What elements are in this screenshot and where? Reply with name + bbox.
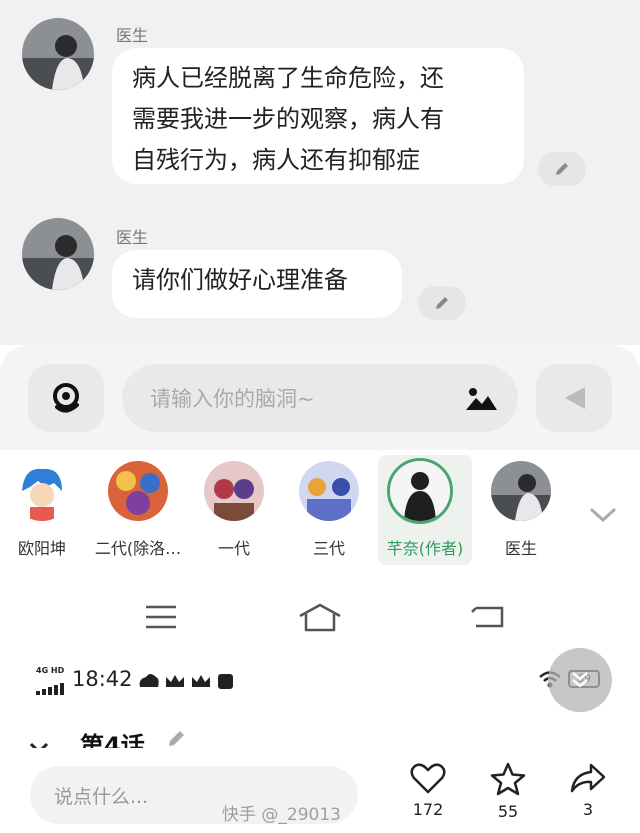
message-line: 自残行为，病人还有抑郁症 [132, 146, 420, 174]
role-avatar [12, 461, 72, 521]
double-chevron-down-icon [572, 672, 588, 688]
signal-bars-icon [36, 683, 64, 695]
home-nav-button[interactable] [298, 602, 342, 632]
message-bubble: 病人已经脱离了生命危险，还 需要我进一步的观察，病人有 自残行为，病人还有抑郁症 [112, 48, 524, 184]
episode-title: 第4话 [80, 732, 145, 748]
role-avatar [204, 461, 264, 521]
role-avatar-image [108, 461, 168, 521]
role-name: 一代 [217, 539, 250, 558]
role-avatar-image [299, 461, 359, 521]
like-button[interactable]: 172 [398, 762, 458, 819]
role-avatar [491, 461, 551, 521]
image-upload-button[interactable] [462, 382, 500, 416]
send-icon [565, 387, 585, 409]
doctor-avatar[interactable] [22, 218, 94, 290]
back-icon [471, 606, 504, 628]
send-button[interactable] [536, 364, 612, 432]
star-icon [490, 762, 526, 796]
favorite-count: 55 [497, 802, 519, 821]
doctor-avatar-image [22, 18, 94, 90]
image-icon [466, 388, 497, 410]
watermark: 快手 @_29013 [222, 805, 341, 825]
system-nav-bar [0, 590, 640, 640]
share-count: 3 [582, 800, 594, 819]
notification-icons [139, 674, 233, 689]
role-name: 二代(除洛… [94, 539, 182, 558]
edit-message-button[interactable] [418, 286, 466, 320]
message-line: 请你们做好心理准备 [132, 266, 348, 294]
back-nav-button[interactable] [470, 604, 506, 630]
role-option[interactable]: 医生 [471, 455, 571, 565]
network-type: 4G HD [36, 666, 65, 675]
role-name: 芊奈(作者) [386, 539, 464, 558]
brain-hole-icon [53, 383, 79, 413]
like-count: 172 [412, 800, 444, 819]
role-avatar-image [491, 461, 551, 521]
prompt-input[interactable]: 请输入你的脑洞~ [122, 364, 518, 432]
message-line: 病人已经脱离了生命危险，还 [132, 64, 444, 92]
prompt-input-placeholder: 请输入你的脑洞~ [150, 387, 315, 411]
status-bar: 4G HD 18:42 69 [0, 660, 640, 700]
role-name: 欧阳坤 [17, 539, 66, 558]
menu-icon [146, 605, 176, 629]
message-sender: 医生 [116, 228, 149, 247]
chat-area: 医生 病人已经脱离了生命危险，还 需要我进一步的观察，病人有 自残行为，病人还有… [0, 0, 640, 345]
role-avatar-image [12, 461, 72, 521]
role-avatar [387, 458, 453, 524]
voice-toggle-button[interactable] [28, 364, 104, 432]
message-sender: 医生 [116, 26, 149, 45]
scroll-down-button[interactable] [548, 648, 612, 712]
menu-nav-button[interactable] [144, 604, 178, 630]
share-icon [570, 763, 606, 793]
role-option[interactable]: 一代 [184, 455, 284, 565]
role-option[interactable]: 三代 [279, 455, 379, 565]
role-avatar [299, 461, 359, 521]
signal-icon: 4G HD [36, 666, 68, 695]
home-icon [299, 603, 341, 632]
clock: 18:42 [72, 667, 133, 691]
heart-icon [410, 763, 446, 794]
episode-header: 第4话 [0, 720, 640, 748]
doctor-avatar[interactable] [22, 18, 94, 90]
role-avatar [108, 461, 168, 521]
role-name: 三代 [312, 539, 345, 558]
expand-roles-button[interactable] [588, 504, 618, 526]
role-name: 医生 [504, 539, 537, 558]
favorite-button[interactable]: 55 [478, 762, 538, 821]
role-option[interactable]: 二代(除洛… [88, 455, 188, 565]
pencil-icon [436, 297, 448, 309]
role-option-selected[interactable]: 芊奈(作者) [378, 455, 472, 565]
role-avatar-image [204, 461, 264, 521]
edit-title-icon[interactable] [166, 728, 188, 748]
role-option[interactable]: 欧阳坤 [0, 455, 92, 565]
comment-placeholder: 说点什么... [54, 785, 149, 808]
edit-message-button[interactable] [538, 152, 586, 186]
message-line: 需要我进一步的观察，病人有 [132, 105, 444, 133]
chevron-down-icon [590, 508, 616, 523]
share-button[interactable]: 3 [558, 762, 618, 819]
doctor-avatar-image [22, 218, 94, 290]
message-bubble: 请你们做好心理准备 [112, 250, 402, 318]
role-avatar-image [390, 461, 450, 521]
pencil-icon [556, 163, 568, 175]
